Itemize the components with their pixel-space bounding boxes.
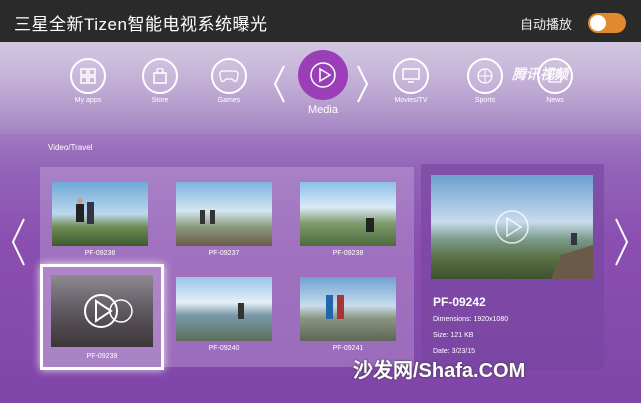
tencent-video-watermark: 腾讯视频 (512, 66, 568, 82)
nav-item-sports[interactable]: Sports (457, 58, 513, 104)
shafa-watermark: 沙发网/Shafa.COM (353, 360, 526, 382)
video-tile[interactable]: PF-09237 (176, 182, 272, 262)
nav-item-movies-tv[interactable]: Movies/TV (383, 58, 439, 104)
video-thumbnail (52, 182, 148, 246)
detail-panel: PF-09242 Dimensions: 1920x1080 Size: 121… (421, 164, 604, 370)
nav-label: Sports (474, 97, 496, 104)
preview-image[interactable] (431, 175, 593, 279)
video-tile[interactable]: PF-09238 (300, 182, 396, 262)
nav-item-media[interactable]: Media (291, 50, 355, 116)
video-label: PF-09238 (332, 250, 364, 257)
video-thumbnail (51, 275, 153, 347)
video-thumbnail (176, 182, 272, 246)
nav-item-my-apps[interactable]: My apps (60, 58, 116, 104)
section-label: Video/Travel (48, 143, 93, 152)
video-thumbnail (300, 182, 396, 246)
toggle-knob (590, 15, 606, 31)
nav-label: Games (217, 97, 241, 104)
video-tile[interactable]: PF-09236 (52, 182, 148, 262)
page-title: 三星全新Tizen智能电视系统曝光 (14, 15, 268, 34)
play-icon (298, 50, 348, 100)
video-grid: PF-09236 PF-09237 PF-09238 PF-09239 PF-0… (40, 167, 414, 370)
autoplay-label: 自动播放 (520, 17, 573, 32)
video-tile-selected[interactable]: PF-09239 (40, 264, 164, 370)
detail-title: PF-09242 (433, 295, 486, 309)
basketball-icon (467, 58, 503, 94)
nav-label: Movies/TV (394, 97, 428, 104)
gamepad-icon (211, 58, 247, 94)
video-thumbnail (176, 277, 272, 341)
nav-label: Media (308, 104, 338, 116)
video-label: PF-09240 (208, 345, 240, 352)
play-icon (495, 210, 529, 244)
autoplay-toggle[interactable] (588, 13, 626, 33)
video-label: PF-09239 (86, 353, 118, 360)
chevron-left-icon[interactable] (10, 217, 26, 267)
tv-icon (393, 58, 429, 94)
video-label: PF-09237 (208, 250, 240, 257)
video-label: PF-09236 (84, 250, 116, 257)
detail-dimensions: Dimensions: 1920x1080 (433, 316, 509, 323)
nav-label: My apps (74, 97, 102, 104)
video-tile[interactable]: PF-09240 (176, 277, 272, 357)
header-bar: 三星全新Tizen智能电视系统曝光 自动播放 (0, 0, 641, 42)
nav-item-store[interactable]: Store (132, 58, 188, 104)
video-tile[interactable]: PF-09241 (300, 277, 396, 357)
detail-size: Size: 121 KB (433, 332, 474, 339)
video-label: PF-09241 (332, 345, 364, 352)
nav-item-games[interactable]: Games (201, 58, 257, 104)
store-icon (142, 58, 178, 94)
nav-label: News (546, 97, 564, 104)
chevron-right-icon[interactable] (356, 64, 370, 104)
video-thumbnail (300, 277, 396, 341)
shafa-logo-icon (345, 356, 351, 362)
nav-label: Store (151, 97, 169, 104)
grid-icon (70, 58, 106, 94)
chevron-right-icon[interactable] (614, 217, 630, 267)
tv-screen: My apps Store Games Media Movies/TV Spor… (0, 42, 641, 403)
play-icon[interactable] (51, 275, 153, 347)
chevron-left-icon[interactable] (272, 64, 286, 104)
